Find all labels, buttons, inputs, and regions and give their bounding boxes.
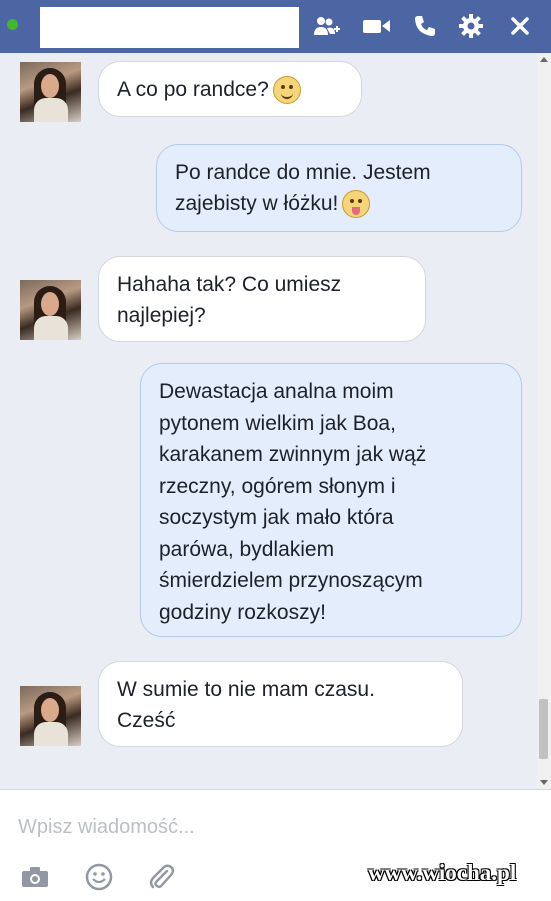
message-input[interactable]: Wpisz wiadomość...	[18, 816, 195, 839]
scrollbar-thumb[interactable]	[539, 699, 548, 759]
scroll-down-arrow-icon[interactable]	[540, 780, 548, 785]
message-line: pytonem wielkim jak Boa,	[159, 411, 396, 435]
smiling-face-emoji-icon	[272, 76, 301, 105]
message-line: Dewastacja analna moim	[159, 380, 394, 403]
message-line: Cześć	[117, 709, 176, 732]
message-text: A co po randce?	[117, 78, 269, 101]
contact-avatar[interactable]	[20, 686, 81, 746]
message-line: soczystym jak mało która	[159, 506, 394, 529]
message-line: najlepiej?	[117, 304, 206, 327]
message-bubble-outgoing: Dewastacja analna moim pytonem wielkim j…	[140, 363, 522, 637]
scroll-up-arrow-icon[interactable]	[540, 57, 548, 62]
emoji-icon[interactable]	[84, 862, 114, 892]
message-line: rzeczny, ogórem słonym i	[159, 474, 396, 498]
camera-icon[interactable]	[20, 862, 50, 892]
message-line: śmierdzielem przynoszącym	[159, 569, 423, 592]
chat-header	[0, 0, 551, 53]
contact-avatar[interactable]	[20, 280, 81, 340]
message-bubble-outgoing: Po randce do mnie. Jestem zajebisty w łó…	[156, 144, 522, 232]
message-list[interactable]: A co po randce? Po randce do mnie. Jeste…	[0, 53, 537, 789]
close-icon[interactable]	[505, 10, 535, 42]
message-line: zajebisty w łóżku!	[175, 192, 339, 215]
video-call-icon[interactable]	[362, 10, 392, 42]
settings-icon[interactable]	[456, 10, 486, 42]
message-bubble-incoming: W sumie to nie mam czasu. Cześć	[98, 661, 463, 747]
message-line: W sumie to nie mam czasu.	[117, 678, 375, 701]
message-line: parówa, bydlakiem	[159, 537, 335, 561]
contact-avatar[interactable]	[20, 62, 81, 122]
watermark: www.wiocha.pl	[368, 860, 517, 885]
message-line: karakanem zwinnym jak wąż	[159, 443, 427, 466]
message-bubble-incoming: Hahaha tak? Co umiesz najlepiej?	[98, 256, 426, 342]
tongue-face-emoji-icon	[342, 190, 371, 219]
message-line: Po randce do mnie. Jestem	[175, 161, 431, 184]
attachment-icon[interactable]	[146, 862, 176, 892]
online-status-dot	[7, 19, 18, 30]
message-line: godziny rozkoszy!	[159, 600, 326, 624]
contact-name-box[interactable]	[40, 7, 299, 48]
phone-icon[interactable]	[410, 10, 440, 42]
add-friend-icon[interactable]	[312, 10, 342, 42]
chat-scrollbar[interactable]	[537, 53, 551, 789]
message-line: Hahaha tak? Co umiesz	[117, 273, 342, 296]
message-bubble-incoming: A co po randce?	[98, 61, 362, 117]
